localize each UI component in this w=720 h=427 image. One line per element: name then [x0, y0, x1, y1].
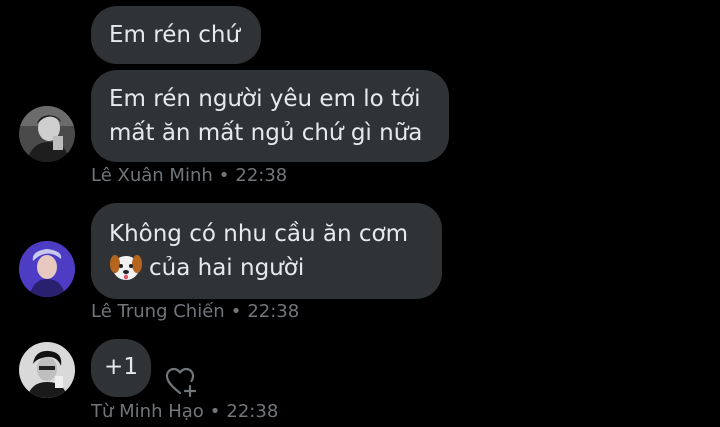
- avatar[interactable]: [19, 342, 75, 398]
- dog-face-emoji: [109, 250, 143, 284]
- meta-separator: •: [209, 401, 221, 422]
- chat-thread: Em rén chứ Em rén người yêu em lo tới mấ…: [0, 0, 720, 427]
- add-reaction-heart-icon[interactable]: [165, 366, 199, 398]
- message-text: Không có nhu cầu ăn cơm: [109, 221, 409, 247]
- message-meta: Lê Xuân Minh • 22:38: [91, 165, 287, 186]
- avatar[interactable]: [19, 106, 75, 162]
- sender-name[interactable]: Lê Trung Chiến: [91, 301, 225, 322]
- message-time: 22:38: [235, 165, 288, 186]
- message-bubble[interactable]: Không có nhu cầu ăn cơm của hai người: [91, 203, 442, 299]
- meta-separator: •: [230, 301, 242, 322]
- sender-name[interactable]: Từ Minh Hạo: [91, 401, 204, 422]
- message-time: 22:38: [226, 401, 279, 422]
- message-meta: Lê Trung Chiến • 22:38: [91, 301, 299, 322]
- sender-name[interactable]: Lê Xuân Minh: [91, 165, 213, 186]
- message-bubble[interactable]: +1: [91, 339, 151, 397]
- message-bubble[interactable]: Em rén chứ: [91, 6, 261, 64]
- meta-separator: •: [218, 165, 230, 186]
- message-time: 22:38: [247, 301, 300, 322]
- avatar[interactable]: [19, 241, 75, 297]
- message-text: của hai người: [149, 255, 305, 281]
- message-text: Em rén chứ: [109, 22, 241, 48]
- message-meta: Từ Minh Hạo • 22:38: [91, 401, 278, 422]
- message-bubble[interactable]: Em rén người yêu em lo tới mất ăn mất ng…: [91, 70, 449, 162]
- message-text: mất ăn mất ngủ chứ gì nữa: [109, 120, 423, 146]
- message-text: Em rén người yêu em lo tới: [109, 86, 421, 112]
- message-text: +1: [104, 354, 138, 380]
